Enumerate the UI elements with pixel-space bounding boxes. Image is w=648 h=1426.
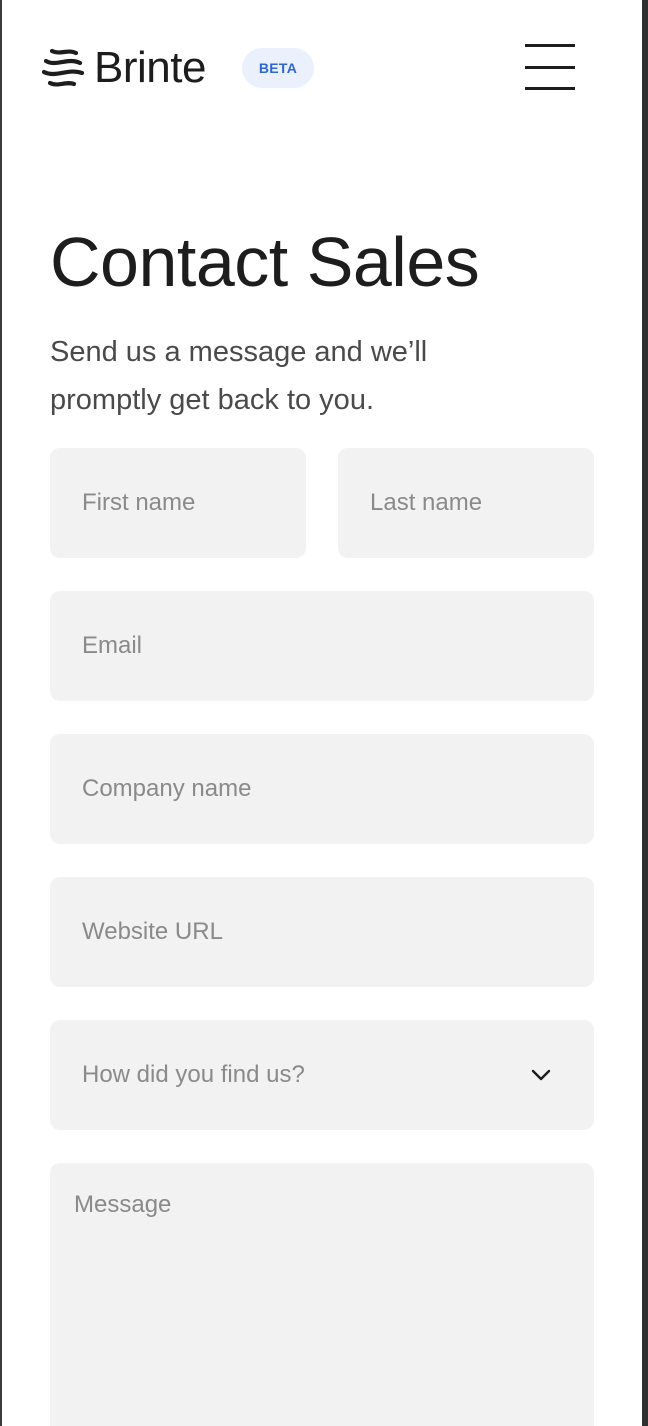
menu-button[interactable] <box>520 40 580 96</box>
brand-logo[interactable]: Brinte <box>40 44 206 92</box>
brand-name: Brinte <box>94 43 206 92</box>
brinte-wave-logo-icon <box>41 48 85 87</box>
site-header: Brinte BETA <box>0 0 642 140</box>
page-title: Contact Sales <box>50 223 480 301</box>
website-url-input[interactable] <box>50 877 594 987</box>
beta-badge: BETA <box>242 48 314 88</box>
last-name-input[interactable] <box>338 448 594 558</box>
hamburger-menu-icon <box>525 87 575 90</box>
chevron-down-icon <box>531 1069 551 1081</box>
page-subtitle: Send us a message and we’ll promptly get… <box>50 336 428 416</box>
window-left-edge <box>0 0 2 1426</box>
first-name-input[interactable] <box>50 448 306 558</box>
select-placeholder: How did you find us? <box>82 1061 305 1088</box>
hamburger-menu-icon <box>525 66 575 69</box>
hamburger-menu-icon <box>525 44 575 47</box>
company-name-input[interactable] <box>50 734 594 844</box>
email-input[interactable] <box>50 591 594 701</box>
how-did-you-find-us-select[interactable]: How did you find us? <box>50 1020 594 1130</box>
window-right-edge <box>642 0 648 1426</box>
message-textarea[interactable] <box>50 1163 594 1426</box>
